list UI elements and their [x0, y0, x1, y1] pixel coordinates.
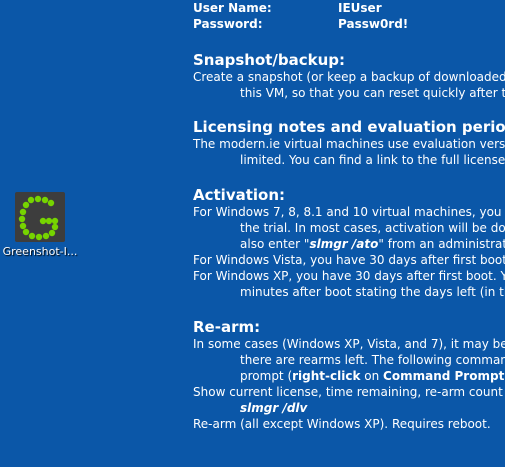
rearm-line-5: slmgr /dlv: [193, 400, 505, 416]
activation-line-3: also enter "slmgr /ato" from an administ…: [240, 237, 505, 251]
activation-line-2: the trial. In most cases, activation wil…: [240, 221, 505, 235]
username-value: IEUser: [338, 1, 382, 15]
rearm-heading: Re-arm:: [193, 318, 261, 336]
activation-line-1: For Windows 7, 8, 8.1 and 10 virtual mac…: [193, 205, 505, 219]
password-value: Passw0rd!: [338, 17, 409, 31]
activation-line-6: minutes after boot stating the days left…: [240, 285, 505, 299]
snapshot-line-1: Create a snapshot (or keep a backup of d…: [193, 70, 505, 84]
licensing-heading: Licensing notes and evaluation period:: [193, 118, 505, 136]
greenshot-icon[interactable]: [15, 192, 65, 242]
rearm-line-6: Re-arm (all except Windows XP). Requires…: [193, 417, 491, 431]
snapshot-line-2: this VM, so that you can reset quickly a…: [240, 86, 505, 100]
password-row: Password: Passw0rd!: [193, 16, 505, 32]
rearm-line-1: In some cases (Windows XP, Vista, and 7)…: [193, 337, 505, 351]
rearm-line-4: Show current license, time remaining, re…: [193, 385, 505, 399]
username-label: User Name:: [193, 1, 272, 15]
activation-heading: Activation:: [193, 186, 286, 204]
greenshot-desktop-shortcut[interactable]: Greenshot-I...: [2, 192, 78, 258]
activation-line-4: For Windows Vista, you have 30 days afte…: [193, 253, 505, 267]
password-label: Password:: [193, 17, 263, 31]
rearm-line-2: there are rearms left. The following com…: [240, 353, 505, 367]
username-row: User Name: IEUser: [193, 0, 505, 16]
rearm-line-3: prompt (right-click on Command Prompt a: [240, 369, 505, 383]
activation-line-5: For Windows XP, you have 30 days after f…: [193, 269, 505, 283]
slmgr-ato-command: slmgr /ato: [309, 237, 379, 251]
wallpaper-info-text: User Name: IEUser Password: Passw0rd! Sn…: [193, 0, 505, 432]
desktop-icon-label: Greenshot-I...: [2, 245, 78, 258]
snapshot-heading: Snapshot/backup:: [193, 51, 346, 69]
slmgr-dlv-command: slmgr /dlv: [240, 401, 308, 415]
licensing-line-1: The modern.ie virtual machines use evalu…: [193, 137, 505, 151]
licensing-line-2: limited. You can find a link to the full…: [240, 153, 505, 167]
